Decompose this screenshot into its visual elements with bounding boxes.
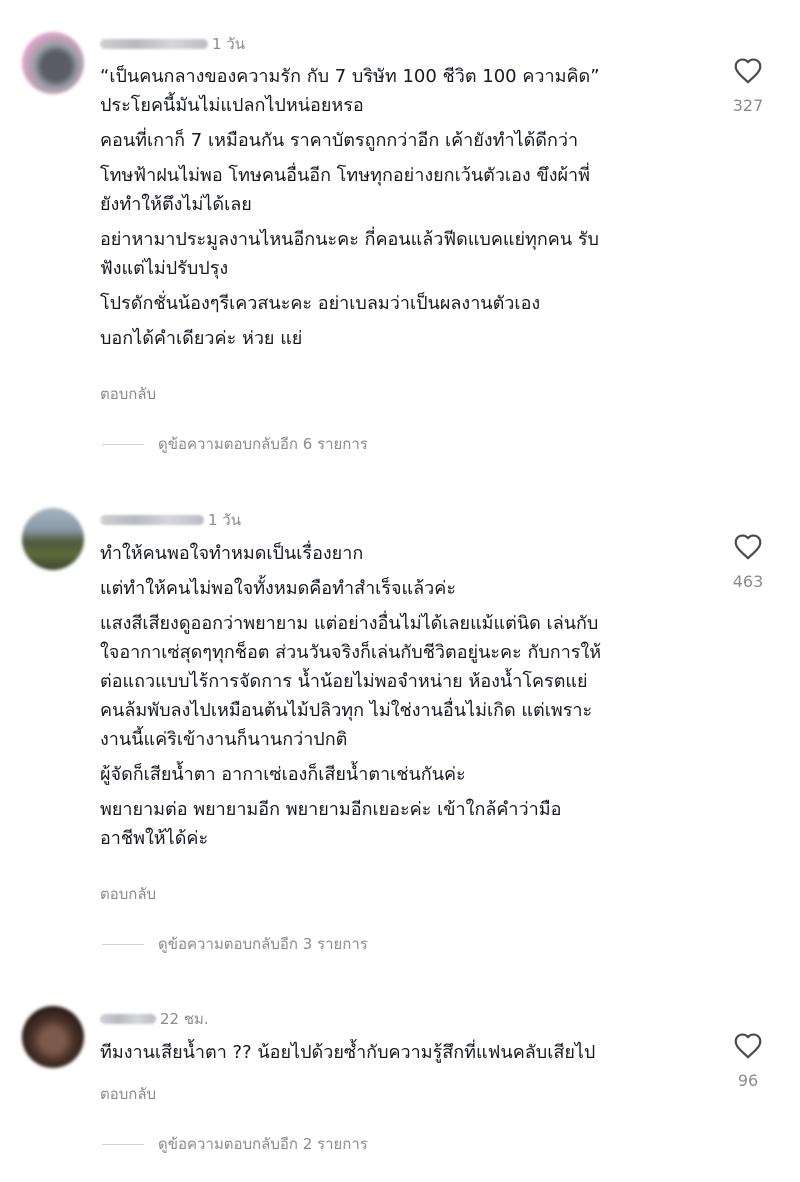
avatar[interactable]	[22, 1006, 84, 1068]
comment-meta: 22 ชม.	[100, 1008, 209, 1030]
avatar[interactable]	[22, 32, 84, 94]
view-replies-button[interactable]: ดูข้อความตอบกลับอีก 3 รายการ	[102, 932, 368, 956]
comment-time: 22 ชม.	[160, 1010, 209, 1028]
comment-text-line: อย่าหามาประมูลงานไหนอีกนะคะ กี่คอนแล้วฟี…	[100, 229, 599, 279]
reply-button[interactable]: ตอบกลับ	[100, 882, 156, 906]
comment-time: 1 วัน	[212, 35, 245, 53]
view-replies-label: ดูข้อความตอบกลับอีก 6 รายการ	[158, 435, 368, 453]
like-button[interactable]: 463	[720, 533, 776, 591]
comment-body: ทำให้คนพอใจทำหมดเป็นเรื่องยาก แต่ทำให้คน…	[100, 539, 710, 859]
divider	[102, 443, 144, 445]
avatar[interactable]	[22, 508, 84, 570]
comment-text-line: ทำให้คนพอใจทำหมดเป็นเรื่องยาก	[100, 543, 364, 564]
heart-outline-icon	[734, 1033, 762, 1059]
username-blurred[interactable]	[100, 39, 208, 49]
comment-text-line: “เป็นคนกลางของความรัก กับ 7 บริษัท 100 ช…	[100, 66, 600, 116]
like-button[interactable]: 327	[720, 57, 776, 115]
comment-time: 1 วัน	[208, 511, 241, 529]
like-count: 327	[732, 96, 764, 115]
comment-text-line: ทีมงานเสียน้ำตา ?? น้อยไปด้วยซ้ำกับความร…	[100, 1042, 596, 1063]
divider	[102, 943, 144, 945]
comment-text-line: แสงสีเสียงดูออกว่าพยายาม แต่อย่างอื่นไม่…	[100, 613, 602, 750]
comment-text-line: แต่ทำให้คนไม่พอใจทั้งหมดคือทำสำเร็จแล้วค…	[100, 578, 457, 599]
comment-body: ทีมงานเสียน้ำตา ?? น้อยไปด้วยซ้ำกับความร…	[100, 1038, 710, 1073]
comment-text-line: บอกได้คำเดียวค่ะ ห่วย แย่	[100, 328, 303, 349]
view-replies-label: ดูข้อความตอบกลับอีก 3 รายการ	[158, 935, 368, 953]
username-blurred[interactable]	[100, 515, 204, 525]
comment-text-line: โปรดักชั่นน้องๆรีเควสนะคะ อย่าเบลมว่าเป็…	[100, 293, 541, 314]
comment-body: “เป็นคนกลางของความรัก กับ 7 บริษัท 100 ช…	[100, 62, 710, 359]
view-replies-button[interactable]: ดูข้อความตอบกลับอีก 2 รายการ	[102, 1132, 368, 1156]
comment-text-line: คอนที่เกาก็ 7 เหมือนกัน ราคาบัตรถูกกว่าอ…	[100, 130, 579, 151]
comment-meta: 1 วัน	[100, 33, 245, 55]
view-replies-label: ดูข้อความตอบกลับอีก 2 รายการ	[158, 1135, 368, 1153]
like-button[interactable]: 96	[720, 1032, 776, 1090]
comment-text-line: โทษฟ้าฝนไม่พอ โทษคนอื่นอีก โทษทุกอย่างยก…	[100, 165, 591, 215]
like-count: 463	[732, 572, 764, 591]
view-replies-button[interactable]: ดูข้อความตอบกลับอีก 6 รายการ	[102, 432, 368, 456]
heart-outline-icon	[734, 58, 762, 84]
comment-text-line: ผู้จัดก็เสียน้ำตา อากาเซ่เองก็เสียน้ำตาเ…	[100, 764, 466, 785]
heart-outline-icon	[734, 534, 762, 560]
username-blurred[interactable]	[100, 1014, 156, 1024]
reply-button[interactable]: ตอบกลับ	[100, 1082, 156, 1106]
like-count: 96	[737, 1071, 759, 1090]
comment-text-line: พยายามต่อ พยายามอีก พยายามอีกเยอะค่ะ เข้…	[100, 799, 562, 849]
divider	[102, 1143, 144, 1145]
reply-button[interactable]: ตอบกลับ	[100, 382, 156, 406]
comment-meta: 1 วัน	[100, 509, 241, 531]
